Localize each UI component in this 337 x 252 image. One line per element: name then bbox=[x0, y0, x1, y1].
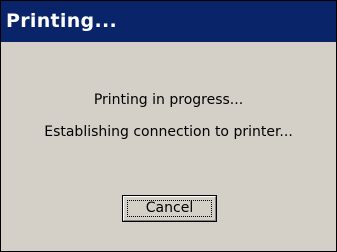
window-title: Printing... bbox=[6, 10, 118, 32]
cancel-button-label: Cancel bbox=[145, 200, 194, 216]
dialog-body: Printing in progress... Establishing con… bbox=[1, 42, 336, 251]
status-message: Printing in progress... bbox=[93, 92, 244, 108]
detail-message: Establishing connection to printer... bbox=[44, 124, 293, 140]
printing-dialog: Printing... Printing in progress... Esta… bbox=[0, 0, 337, 252]
cancel-button[interactable]: Cancel bbox=[122, 195, 217, 222]
title-bar[interactable]: Printing... bbox=[1, 1, 336, 42]
